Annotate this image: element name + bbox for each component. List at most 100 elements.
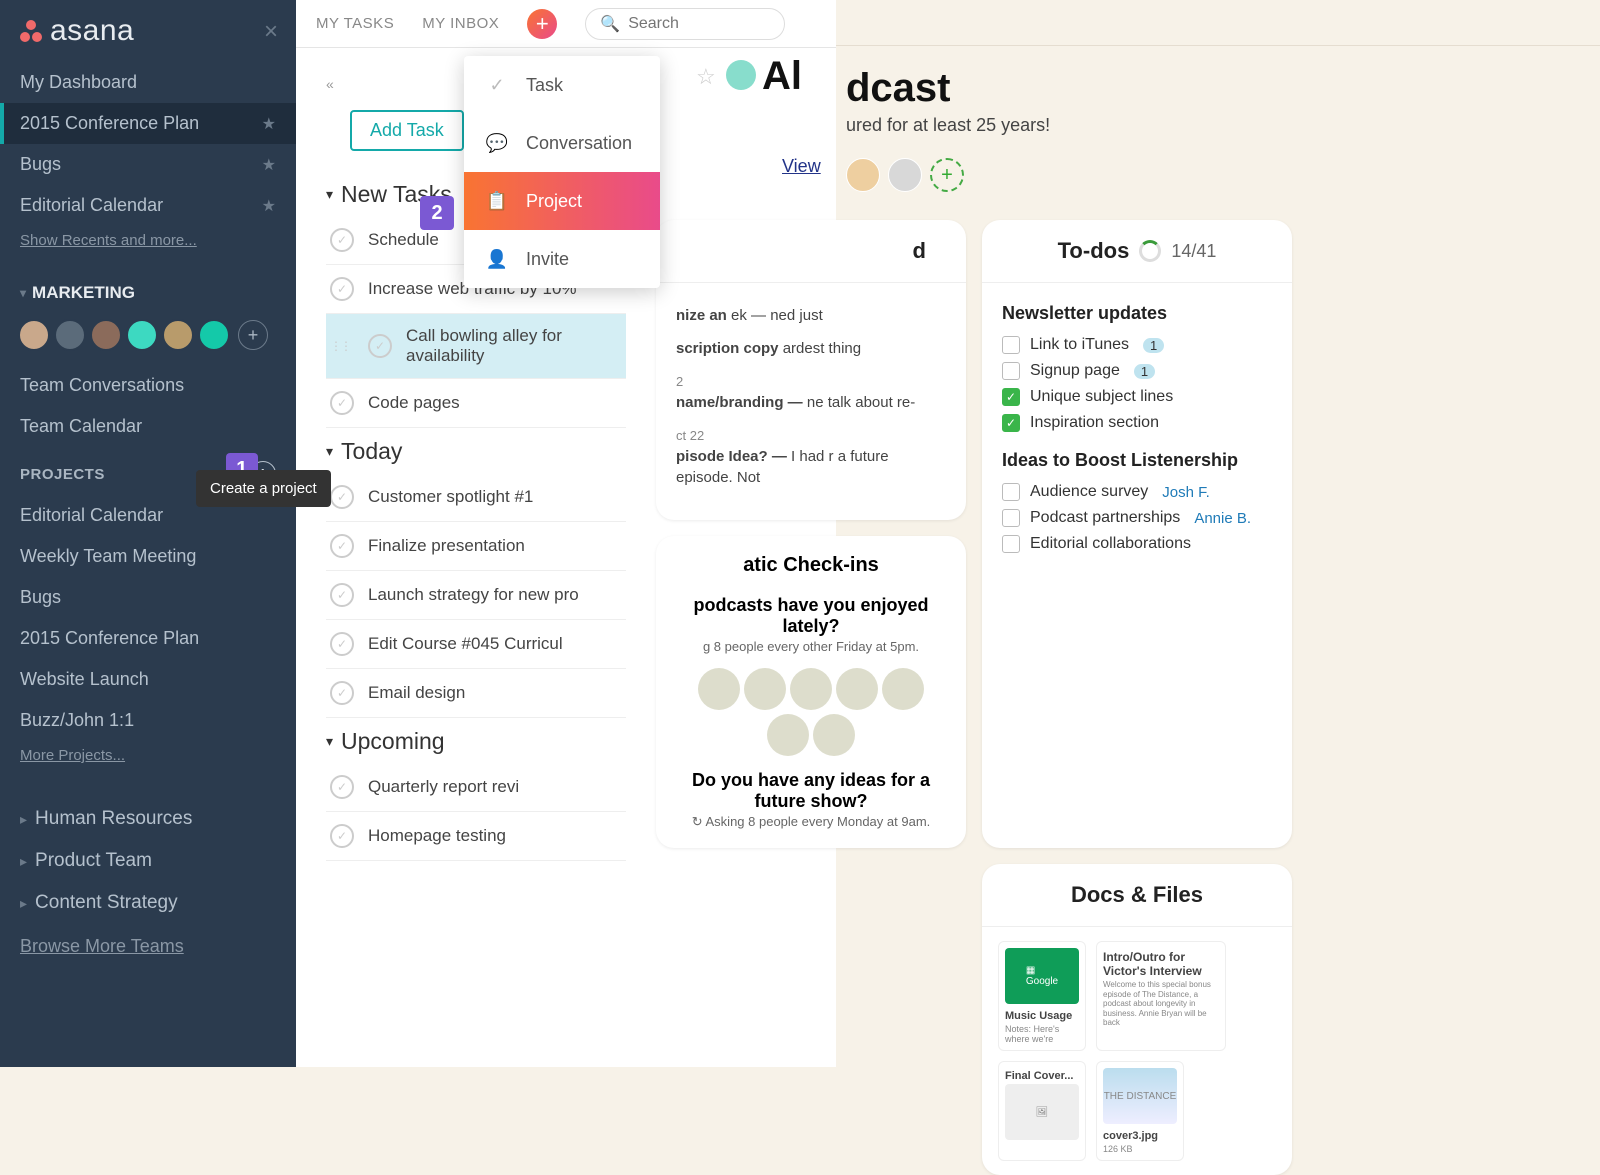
todo-item[interactable]: Signup page1	[1002, 358, 1272, 384]
avatar[interactable]	[882, 668, 924, 710]
browse-more-teams-link[interactable]: Browse More Teams	[0, 924, 296, 969]
view-link[interactable]: View	[782, 156, 821, 177]
task-row[interactable]: ✓Edit Course #045 Curricul	[326, 620, 626, 669]
nav-fav-item[interactable]: Editorial Calendar ★	[0, 185, 296, 226]
more-projects-link[interactable]: More Projects...	[0, 741, 296, 778]
project-item[interactable]: Buzz/John 1:1	[0, 700, 296, 741]
collapse-sidebar-icon[interactable]: ×	[264, 18, 278, 46]
todo-assignee[interactable]: Annie B.	[1194, 510, 1251, 527]
todo-item[interactable]: ✓Unique subject lines	[1002, 384, 1272, 410]
feed-snippet[interactable]: ct 22pisode Idea? — I had r a future epi…	[676, 419, 946, 494]
dd-task[interactable]: ✓ Task	[464, 56, 660, 114]
todo-item[interactable]: Editorial collaborations	[1002, 531, 1272, 557]
nav-my-dashboard[interactable]: My Dashboard	[0, 62, 296, 103]
task-check-icon[interactable]: ✓	[330, 681, 354, 705]
task-row[interactable]: ✓Customer spotlight #1	[326, 473, 626, 522]
checkbox-icon[interactable]	[1002, 362, 1020, 380]
avatar[interactable]	[888, 158, 922, 192]
project-item[interactable]: Bugs	[0, 577, 296, 618]
add-member-button[interactable]: +	[238, 320, 268, 350]
task-check-icon[interactable]: ✓	[330, 485, 354, 509]
avatar[interactable]	[790, 668, 832, 710]
tab-my-tasks[interactable]: MY TASKS	[316, 15, 394, 32]
project-item[interactable]: Website Launch	[0, 659, 296, 700]
task-check-icon[interactable]: ✓	[330, 391, 354, 415]
task-row[interactable]: ✓Code pages	[326, 379, 626, 428]
dd-project[interactable]: 📋 Project	[464, 172, 660, 230]
file-item[interactable]: Intro/Outro for Victor's Interview Welco…	[1096, 941, 1226, 1051]
project-item[interactable]: 2015 Conference Plan	[0, 618, 296, 659]
task-title: Call bowling alley for availability	[406, 326, 626, 366]
search-input[interactable]	[628, 15, 770, 33]
todo-item[interactable]: Link to iTunes1	[1002, 332, 1272, 358]
feed-snippet[interactable]: scription copy ardest thing	[676, 332, 946, 365]
task-check-icon[interactable]: ✓	[330, 534, 354, 558]
avatar[interactable]	[54, 319, 86, 351]
nav-label: Website Launch	[20, 669, 149, 690]
checkbox-icon[interactable]	[1002, 509, 1020, 527]
task-row[interactable]: ✓Finalize presentation	[326, 522, 626, 571]
task-check-icon[interactable]: ✓	[330, 632, 354, 656]
file-item[interactable]: ▦Google Music Usage Notes: Here's where …	[998, 941, 1086, 1051]
task-row[interactable]: ⋮⋮ ✓ Call bowling alley for availability	[326, 314, 626, 379]
task-row[interactable]: ✓Email design	[326, 669, 626, 718]
section-today[interactable]: ▾Today	[326, 428, 626, 473]
nav-fav-item[interactable]: 2015 Conference Plan ★	[0, 103, 296, 144]
nav-team-conversations[interactable]: Team Conversations	[0, 365, 296, 406]
drag-handle-icon[interactable]: ⋮⋮	[330, 339, 354, 353]
avatar[interactable]	[836, 668, 878, 710]
file-item[interactable]: Final Cover... 🖼	[998, 1061, 1086, 1161]
file-item[interactable]: THE DISTANCE cover3.jpg 126 KB	[1096, 1061, 1184, 1161]
avatar[interactable]	[90, 319, 122, 351]
task-check-icon[interactable]: ✓	[368, 334, 392, 358]
search-box[interactable]: 🔍	[585, 8, 785, 40]
team-item[interactable]: ▸Content Strategy	[0, 882, 296, 924]
todo-group-header[interactable]: Newsletter updates	[1002, 299, 1272, 332]
todo-item[interactable]: ✓Inspiration section	[1002, 410, 1272, 436]
avatar[interactable]	[767, 714, 809, 756]
add-people-button[interactable]: +	[930, 158, 964, 192]
owner-avatar[interactable]	[726, 60, 756, 90]
todo-item[interactable]: Podcast partnershipsAnnie B.	[1002, 505, 1272, 531]
task-row[interactable]: ✓Homepage testing	[326, 812, 626, 861]
add-task-button[interactable]: Add Task	[350, 110, 464, 151]
checkbox-icon[interactable]	[1002, 535, 1020, 553]
team-item[interactable]: ▸Human Resources	[0, 798, 296, 840]
task-check-icon[interactable]: ✓	[330, 583, 354, 607]
checkbox-checked-icon[interactable]: ✓	[1002, 388, 1020, 406]
avatar[interactable]	[744, 668, 786, 710]
feed-snippet[interactable]: nize an ek — ned just	[676, 299, 946, 332]
todo-assignee[interactable]: Josh F.	[1162, 484, 1210, 501]
team-item[interactable]: ▸Product Team	[0, 840, 296, 882]
project-item[interactable]: Weekly Team Meeting	[0, 536, 296, 577]
section-marketing[interactable]: ▾ MARKETING	[0, 263, 296, 313]
task-check-icon[interactable]: ✓	[330, 228, 354, 252]
nav-team-calendar[interactable]: Team Calendar	[0, 406, 296, 447]
avatar[interactable]	[698, 668, 740, 710]
task-row[interactable]: ✓Launch strategy for new pro	[326, 571, 626, 620]
star-outline-icon[interactable]: ☆	[696, 64, 716, 90]
dd-invite[interactable]: 👤 Invite	[464, 230, 660, 288]
todo-group-header[interactable]: Ideas to Boost Listenership	[1002, 436, 1272, 479]
show-recents-link[interactable]: Show Recents and more...	[0, 226, 296, 263]
avatar[interactable]	[813, 714, 855, 756]
dd-conversation[interactable]: 💬 Conversation	[464, 114, 660, 172]
task-check-icon[interactable]: ✓	[330, 824, 354, 848]
feed-snippet[interactable]: 2name/branding — ne talk about re-	[676, 365, 946, 419]
nav-fav-item[interactable]: Bugs ★	[0, 144, 296, 185]
avatar[interactable]	[18, 319, 50, 351]
global-add-button[interactable]: +	[527, 9, 557, 39]
avatar[interactable]	[846, 158, 880, 192]
task-check-icon[interactable]: ✓	[330, 277, 354, 301]
task-row[interactable]: ✓Quarterly report revi	[326, 763, 626, 812]
tab-my-inbox[interactable]: MY INBOX	[422, 15, 499, 32]
checkbox-checked-icon[interactable]: ✓	[1002, 414, 1020, 432]
section-upcoming[interactable]: ▾Upcoming	[326, 718, 626, 763]
checkbox-icon[interactable]	[1002, 483, 1020, 501]
checkbox-icon[interactable]	[1002, 336, 1020, 354]
todo-item[interactable]: Audience surveyJosh F.	[1002, 479, 1272, 505]
avatar[interactable]	[126, 319, 158, 351]
avatar[interactable]	[162, 319, 194, 351]
avatar[interactable]	[198, 319, 230, 351]
task-check-icon[interactable]: ✓	[330, 775, 354, 799]
